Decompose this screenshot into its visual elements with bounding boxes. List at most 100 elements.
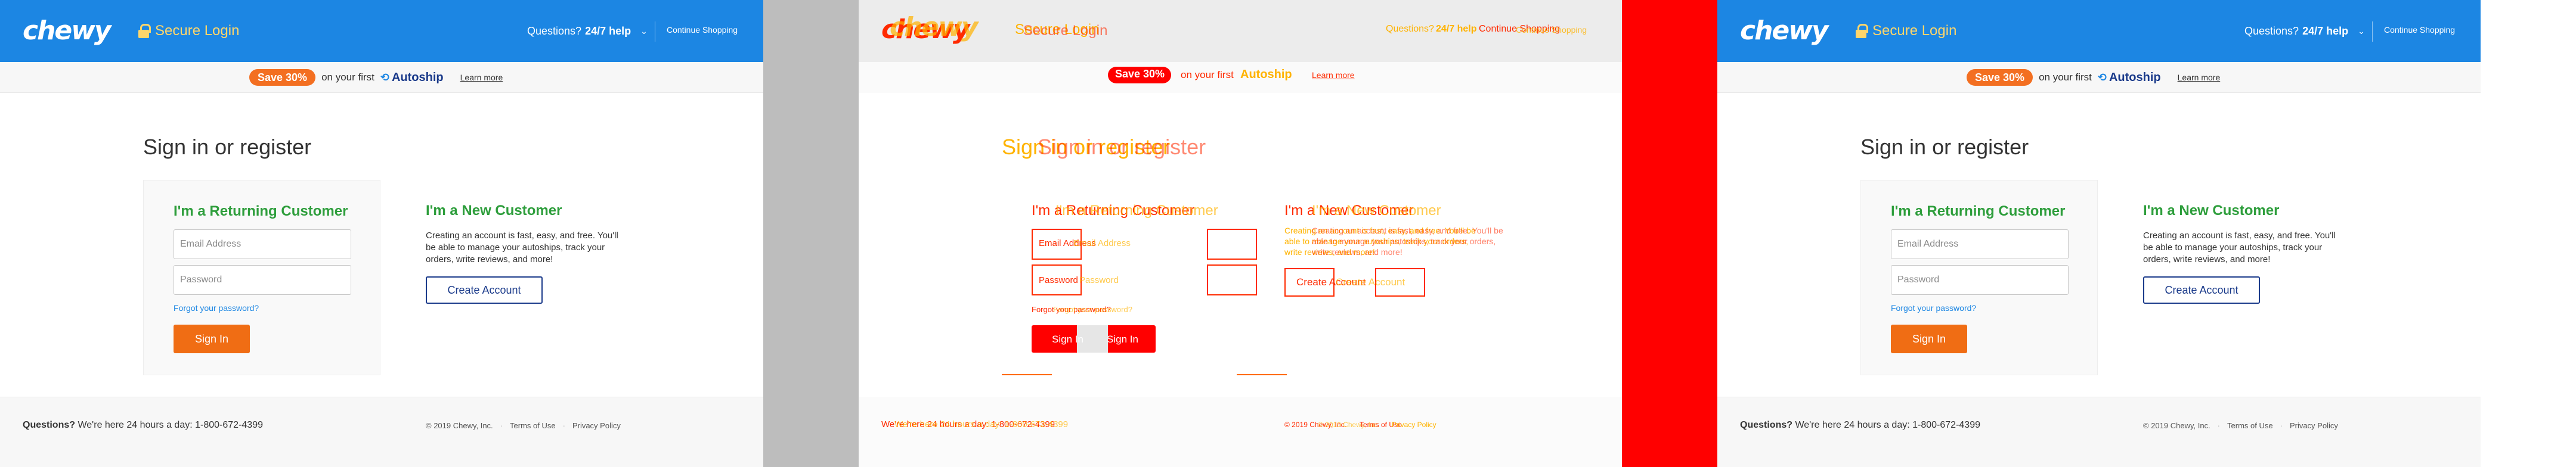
diff-email-box-b xyxy=(1207,229,1257,260)
separator-dot: · xyxy=(2280,421,2283,430)
promo-content: Save 30% on your first ⟲ Autoship Learn … xyxy=(1967,68,2220,87)
new-customer-description: Creating an account is fast, easy, and f… xyxy=(426,231,618,264)
continue-shopping-link[interactable]: Continue Shopping xyxy=(2384,25,2455,35)
diff-secure-label-shift: Secure Login xyxy=(1023,23,1108,39)
save-badge: Save 30% xyxy=(249,69,316,86)
terms-link[interactable]: Terms of Use xyxy=(510,421,556,430)
page-title: Sign in or register xyxy=(1860,135,2029,159)
diff-privacy: Privacy Policy xyxy=(1392,421,1436,429)
diff-red-strip xyxy=(1622,0,1717,467)
login-page-right: chewy Secure Login Questions? 24/7 help … xyxy=(1717,0,2481,467)
footer-phone: We're here 24 hours a day: 1-800-672-439… xyxy=(78,420,263,430)
footer-links: © 2019 Chewy, Inc. · Terms of Use · Priv… xyxy=(2143,421,2338,430)
password-field[interactable] xyxy=(174,265,351,295)
create-account-button[interactable]: Create Account xyxy=(2143,276,2260,304)
autoship-icon: ⟲ xyxy=(2097,71,2107,83)
returning-customer-card: I'm a Returning Customer Forgot your pas… xyxy=(1860,180,2098,375)
diff-gray-strip xyxy=(763,0,859,467)
email-field[interactable] xyxy=(1891,229,2069,259)
privacy-link[interactable]: Privacy Policy xyxy=(572,421,621,430)
secure-login: Secure Login xyxy=(138,21,239,41)
password-field[interactable] xyxy=(1891,265,2069,295)
comparison-stage: chewy Secure Login Questions? 24/7 help … xyxy=(0,0,2576,467)
diff-footer-phone-shift: We're here 24 hours a day: 1-800-672-439… xyxy=(894,419,1069,429)
email-field[interactable] xyxy=(174,229,351,259)
site-footer: Questions? We're here 24 hours a day: 1-… xyxy=(0,397,763,467)
diff-help: 24/7 help xyxy=(1436,24,1477,34)
footer-phone: We're here 24 hours a day: 1-800-672-439… xyxy=(1795,420,1980,430)
diff-new-title-shift: I'm a New Customer xyxy=(1312,203,1441,219)
diff-create-label-shift: Create Account xyxy=(1336,276,1405,288)
copyright: © 2019 Chewy, Inc. xyxy=(426,421,493,430)
diff-password-placeholder-shift: Password xyxy=(1079,275,1119,285)
separator-dot: · xyxy=(2217,421,2221,430)
lock-icon xyxy=(1856,24,1868,38)
diff-continue-shift: Continue Shopping xyxy=(1516,25,1587,35)
new-customer-title: I'm a New Customer xyxy=(426,203,562,219)
chewy-logo[interactable]: chewy xyxy=(1740,14,1829,48)
footer-questions: Questions? We're here 24 hours a day: 1-… xyxy=(23,420,263,431)
diff-email-placeholder-shift: Email Address xyxy=(1073,238,1131,248)
footer-questions-bold: Questions? xyxy=(23,420,76,430)
diff-save-badge: Save 30% xyxy=(1115,68,1165,80)
promo-text: on your first xyxy=(321,71,374,83)
chewy-logo[interactable]: chewy xyxy=(23,14,112,48)
privacy-link[interactable]: Privacy Policy xyxy=(2290,421,2338,430)
diff-autoship: Autoship xyxy=(1240,68,1292,81)
diff-signin-label-shift: Sign In xyxy=(1107,334,1138,345)
page-title: Sign in or register xyxy=(143,135,312,159)
login-page-left: chewy Secure Login Questions? 24/7 help … xyxy=(0,0,763,467)
diff-new-desc-shift: Creating an account is fast, easy, and f… xyxy=(1312,226,1503,257)
promo-text: on your first xyxy=(2039,71,2092,83)
header-divider xyxy=(2372,21,2373,42)
help-menu[interactable]: Questions? 24/7 help ⌄ xyxy=(527,23,648,39)
forgot-password-link[interactable]: Forgot your password? xyxy=(1891,303,1976,313)
learn-more-link[interactable]: Learn more xyxy=(2178,73,2221,82)
new-customer-section: I'm a New Customer Creating an account i… xyxy=(426,203,628,304)
questions-label: Questions? xyxy=(527,24,582,37)
site-header: chewy Secure Login Questions? 24/7 help … xyxy=(1717,0,2481,62)
separator-dot: · xyxy=(500,421,503,430)
secure-login-label: Secure Login xyxy=(155,23,240,39)
diff-returning-title-shift: I'm a Returning Customer xyxy=(1055,203,1218,219)
returning-title: I'm a Returning Customer xyxy=(1891,203,2066,219)
footer-questions: Questions? We're here 24 hours a day: 1-… xyxy=(1740,420,1980,431)
chevron-down-icon: ⌄ xyxy=(640,26,648,36)
copyright: © 2019 Chewy, Inc. xyxy=(2143,421,2210,430)
autoship-logo: ⟲ Autoship xyxy=(2098,71,2161,85)
diff-overlay: chewy chewy Secure Login Secure Login Qu… xyxy=(859,0,1622,467)
diff-signin-label: Sign In xyxy=(1052,334,1083,345)
chevron-down-icon: ⌄ xyxy=(2358,26,2365,36)
diff-forgot-shift: Forgot your password? xyxy=(1053,305,1132,314)
site-header: chewy Secure Login Questions? 24/7 help … xyxy=(0,0,763,62)
create-account-button[interactable]: Create Account xyxy=(426,276,543,304)
sign-in-button[interactable]: Sign In xyxy=(1891,325,1967,353)
promo-bar: Save 30% on your first ⟲ Autoship Learn … xyxy=(1717,62,2481,93)
learn-more-link[interactable]: Learn more xyxy=(460,73,503,82)
help-menu[interactable]: Questions? 24/7 help ⌄ xyxy=(2244,23,2365,39)
questions-label: Questions? xyxy=(2244,24,2299,37)
footer-links: © 2019 Chewy, Inc. · Terms of Use · Priv… xyxy=(426,421,621,430)
promo-bar: Save 30% on your first ⟲ Autoship Learn … xyxy=(0,62,763,93)
forgot-password-link[interactable]: Forgot your password? xyxy=(174,303,259,313)
secure-login-label: Secure Login xyxy=(1872,23,1957,39)
diff-password-placeholder: Password xyxy=(1039,275,1078,285)
diff-footer-band xyxy=(859,397,1622,467)
autoship-icon: ⟲ xyxy=(380,71,389,83)
diff-card-edge-a xyxy=(1002,374,1052,375)
separator-dot: · xyxy=(562,421,565,430)
diff-logo-shift: chewy xyxy=(890,12,979,42)
autoship-label: Autoship xyxy=(2109,70,2161,84)
autoship-logo: ⟲ Autoship xyxy=(380,71,444,85)
sign-in-button[interactable]: Sign In xyxy=(174,325,250,353)
site-footer: Questions? We're here 24 hours a day: 1-… xyxy=(1717,397,2481,467)
returning-customer-card: I'm a Returning Customer Forgot your pas… xyxy=(143,180,380,375)
autoship-label: Autoship xyxy=(391,70,444,84)
diff-questions: Questions? xyxy=(1386,24,1434,34)
secure-login: Secure Login xyxy=(1856,21,1956,41)
save-badge: Save 30% xyxy=(1967,69,2033,86)
terms-link[interactable]: Terms of Use xyxy=(2227,421,2273,430)
continue-shopping-link[interactable]: Continue Shopping xyxy=(667,25,738,35)
lock-icon xyxy=(138,24,151,38)
help-label: 24/7 help xyxy=(2302,24,2349,37)
